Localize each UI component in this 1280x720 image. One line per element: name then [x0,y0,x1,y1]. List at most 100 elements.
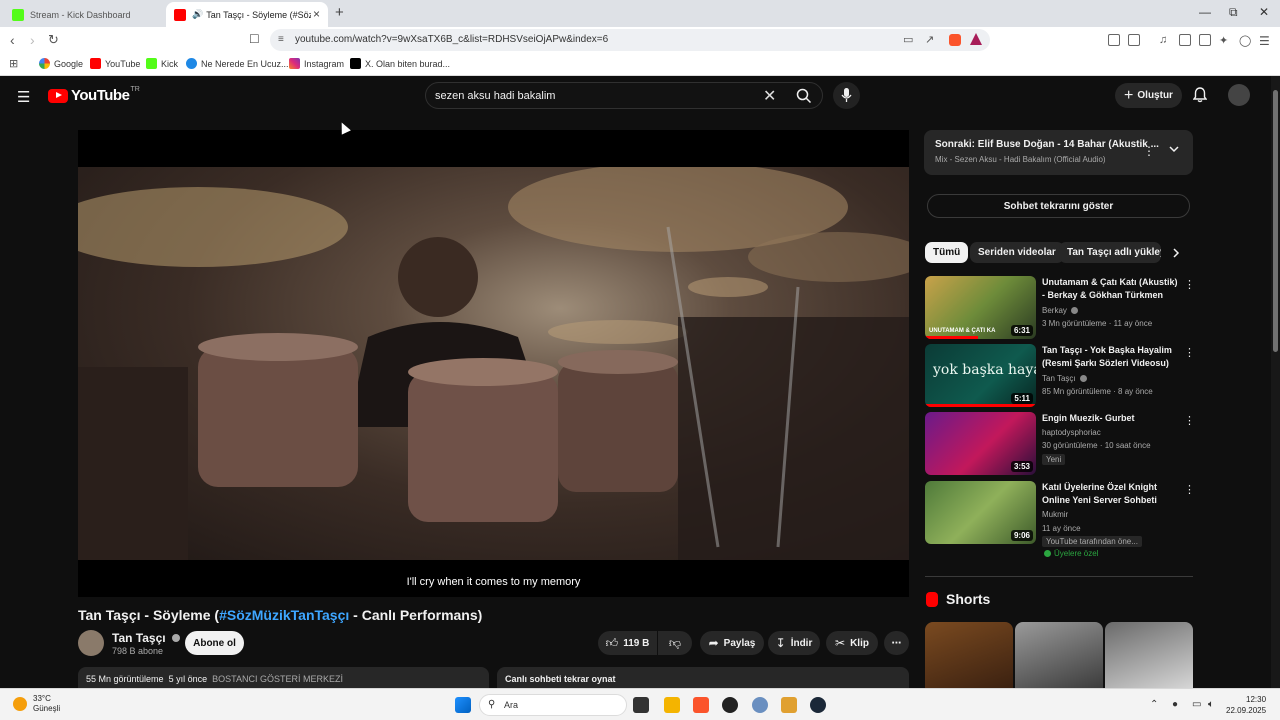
notifications-bell-icon[interactable] [1193,87,1207,103]
share-button[interactable]: ➦ Paylaş [700,631,764,655]
bookmark-icon[interactable]: ☐ [249,32,260,46]
chevron-down-icon[interactable] [1168,143,1180,155]
youtube-logo[interactable]: YouTube TR [48,86,140,104]
clear-search-icon[interactable]: ✕ [763,86,776,106]
youtube-icon [90,58,101,69]
back-icon[interactable]: ‹ [10,32,15,48]
system-clock[interactable]: 12:30 22.09.2025 [1226,694,1266,716]
close-tab-icon[interactable]: × [313,7,320,21]
app-icon[interactable] [722,697,738,713]
x-icon [350,58,361,69]
speaker-icon[interactable]: 🔊 [192,9,203,20]
recommendation-item[interactable]: 3:53 Engin Muezik- Gurbet haptodysphoria… [925,412,1195,476]
channel-name[interactable]: Tan Taşçı [112,631,180,645]
download-button[interactable]: ↧ İndir [768,631,820,655]
short-thumbnail[interactable] [1105,622,1193,690]
item-menu-icon[interactable]: ⋮ [1184,414,1195,427]
volume-icon[interactable]: 🔈︎ [1208,699,1214,710]
reload-icon[interactable]: ↻ [48,32,59,48]
recommendation-item[interactable]: yok başka hayalim 5:11 Tan Taşçı - Yok B… [925,344,1195,408]
short-thumbnail[interactable] [925,622,1013,690]
short-thumbnail[interactable] [1015,622,1103,690]
close-window-button[interactable]: ✕ [1259,5,1269,19]
file-explorer-icon[interactable] [664,697,680,713]
bookmark-google[interactable]: Google [39,58,83,69]
windows-start-icon[interactable] [455,697,471,713]
weather-widget[interactable]: 33°C Güneşli [13,694,60,714]
maximize-button[interactable]: ⧉ [1229,5,1238,20]
network-icon[interactable]: ▭ [1192,699,1201,710]
voice-search-button[interactable] [833,82,860,109]
page-scrollbar[interactable] [1271,76,1280,688]
video-player[interactable]: I'll cry when it comes to my memory [78,130,909,597]
tray-expand-icon[interactable]: ⌃ [1150,699,1158,710]
site-settings-icon[interactable]: ≡ [278,34,284,45]
bookmark-x[interactable]: X. Olan biten burad... [350,58,450,69]
recommendation-item[interactable]: 9:06 Katıl Üyelerine Özel Knight Online … [925,481,1195,561]
shorts-header: Shorts [926,591,990,607]
browser-nav-bar: ‹ › ↻ ☐ ≡ youtube.com/watch?v=9wXsaTX6B_… [0,27,1280,53]
bookmark-kick[interactable]: Kick [146,58,178,69]
chip-series[interactable]: Seriden videolar [970,242,1064,263]
tab-kick-dashboard[interactable]: Stream - Kick Dashboard [4,2,166,27]
new-tab-button[interactable]: + [335,4,344,21]
taskbar: 33°C Güneşli ⚲ Ara ⌃ ● ▭ 🔈︎ 12:30 22.09.2… [0,688,1280,720]
address-bar[interactable]: ≡ youtube.com/watch?v=9wXsaTX6B_c&list=R… [270,29,990,51]
extensions-icon[interactable] [1108,34,1120,46]
brave-rewards-icon[interactable] [970,33,982,45]
channel-avatar[interactable] [78,630,104,656]
sidebar-icon[interactable] [1179,34,1191,46]
scrollbar-thumb[interactable] [1273,90,1278,352]
vpn-icon[interactable] [1199,34,1211,46]
video-thumbnail[interactable]: yok başka hayalim 5:11 [925,344,1036,407]
bookmark-ne-nerede[interactable]: Ne Nerede En Ucuz... [186,58,289,69]
subscribe-button[interactable]: Abone ol [185,631,244,655]
hashtag-link[interactable]: #SözMüzikTanTaşçı [219,607,349,623]
video-thumbnail[interactable]: UNUTAMAM & ÇATI KA 6:31 [925,276,1036,339]
wallet-icon[interactable] [1128,34,1140,46]
tab-youtube-video[interactable]: 🔊 Tan Taşçı - Söyleme (#SözMü... × [166,2,328,27]
microphone-icon[interactable]: ● [1172,699,1178,710]
bookmark-instagram[interactable]: Instagram [289,58,344,69]
more-actions-button[interactable]: ⋯ [884,631,909,655]
shield-icon[interactable]: ◯ [1239,34,1251,47]
bookmark-youtube[interactable]: YouTube [90,58,140,69]
menu-icon[interactable]: ☰ [1259,34,1271,48]
account-avatar[interactable] [1228,84,1250,106]
item-menu-icon[interactable]: ⋮ [1184,483,1195,496]
clip-button[interactable]: ✂ Klip [826,631,878,655]
create-button[interactable]: + Oluştur [1115,83,1182,108]
brave-shield-icon[interactable] [949,34,961,46]
app-icon[interactable] [781,697,797,713]
chip-uploader[interactable]: Tan Taşçı adlı yükleyi... [1059,242,1161,263]
guide-menu-icon[interactable]: ☰ [17,88,30,106]
chip-all[interactable]: Tümü [925,242,969,263]
chevron-right-icon[interactable] [1171,247,1181,259]
share-arrow-icon: ➦ [708,636,719,650]
playlist-next-panel[interactable]: Sonraki: Elif Buse Doğan - 14 Bahar (Aku… [924,130,1193,175]
item-menu-icon[interactable]: ⋮ [1184,278,1195,291]
item-menu-icon[interactable]: ⋮ [1184,346,1195,359]
forward-icon[interactable]: › [30,32,35,48]
task-view-icon[interactable] [633,697,649,713]
cast-icon[interactable]: ▭ [903,33,913,46]
search-icon[interactable] [796,88,812,104]
search-input[interactable]: sezen aksu hadi bakalim ✕ [425,82,823,109]
show-chat-replay-button[interactable]: Sohbet tekrarını göster [927,194,1190,218]
leo-ai-icon[interactable]: ✦ [1219,34,1231,47]
like-button[interactable]: 👍︎ 119 B [598,631,657,655]
playlist-more-icon[interactable]: ⋮ [1143,144,1155,158]
taskbar-search[interactable]: ⚲ Ara [479,694,627,716]
recommendation-item[interactable]: UNUTAMAM & ÇATI KA 6:31 Unutamam & Çatı … [925,276,1195,340]
brave-browser-icon[interactable] [693,697,709,713]
members-icon [1044,550,1051,557]
music-icon[interactable]: ♫ [1159,34,1171,46]
video-thumbnail[interactable]: 3:53 [925,412,1036,475]
minimize-button[interactable]: — [1199,5,1211,19]
steam-icon[interactable] [810,697,826,713]
share-icon[interactable]: ↗ [925,33,934,46]
video-thumbnail[interactable]: 9:06 [925,481,1036,544]
settings-gear-icon[interactable] [752,697,768,713]
dislike-button[interactable]: 👎︎ [658,631,692,655]
apps-grid-icon[interactable]: ⊞ [9,57,18,70]
